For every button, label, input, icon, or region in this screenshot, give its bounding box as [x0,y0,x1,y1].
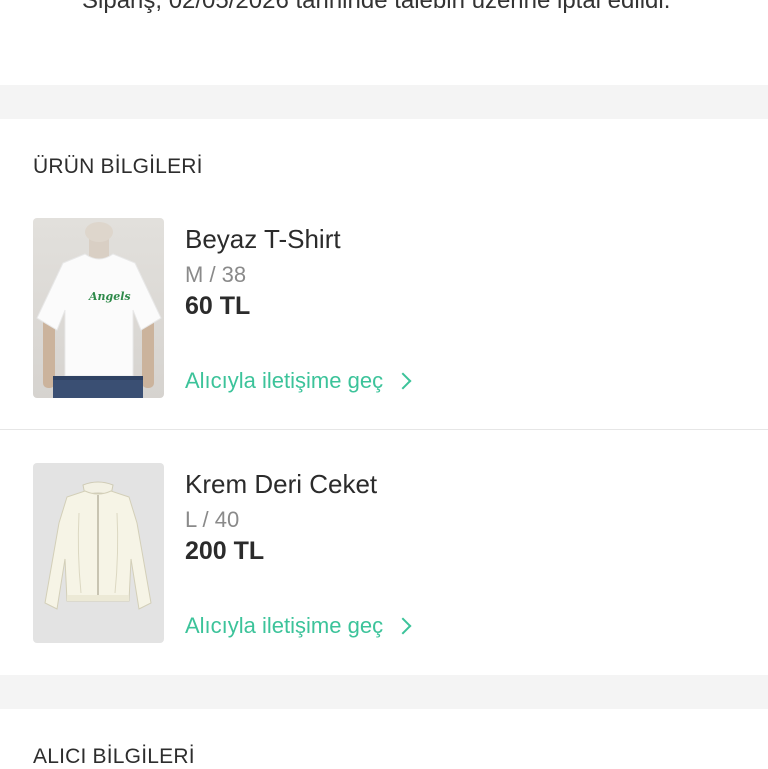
product-size: L / 40 [185,507,240,532]
buyer-info-title: ALICI BİLGİLERİ [33,745,195,768]
section-separator [0,675,768,709]
contact-buyer-link[interactable]: Alıcıyla iletişime geç [185,613,412,639]
product-price: 200 TL [185,537,265,565]
chevron-right-icon [394,617,412,635]
product-item: Krem Deri Ceket L / 40 200 TL Alıcıyla i… [0,463,768,643]
product-price: 60 TL [185,292,251,320]
product-image-jacket[interactable] [33,463,164,643]
product-name: Krem Deri Ceket [185,469,378,499]
contact-buyer-link[interactable]: Alıcıyla iletişime geç [185,368,412,394]
jacket-illustration [44,481,152,610]
product-size: M / 38 [185,262,247,287]
item-divider [0,429,768,430]
print-text: Angels [88,290,131,303]
product-image-tshirt[interactable]: Angels [33,218,164,398]
chevron-right-icon [394,372,412,390]
contact-buyer-label: Alıcıyla iletişime geç [185,613,384,638]
product-name: Beyaz T-Shirt [185,224,341,254]
section-separator [0,85,768,119]
product-info-title: ÜRÜN BİLGİLERİ [33,155,203,178]
contact-buyer-label: Alıcıyla iletişime geç [185,368,384,393]
cancellation-notice: Sipariş, 02/05/2026 tarihinde talebin üz… [82,0,671,14]
product-item: Angels Beyaz T-Shirt M / 38 60 TL Alıcıy… [0,218,768,398]
tshirt-illustration: Angels [36,222,162,398]
